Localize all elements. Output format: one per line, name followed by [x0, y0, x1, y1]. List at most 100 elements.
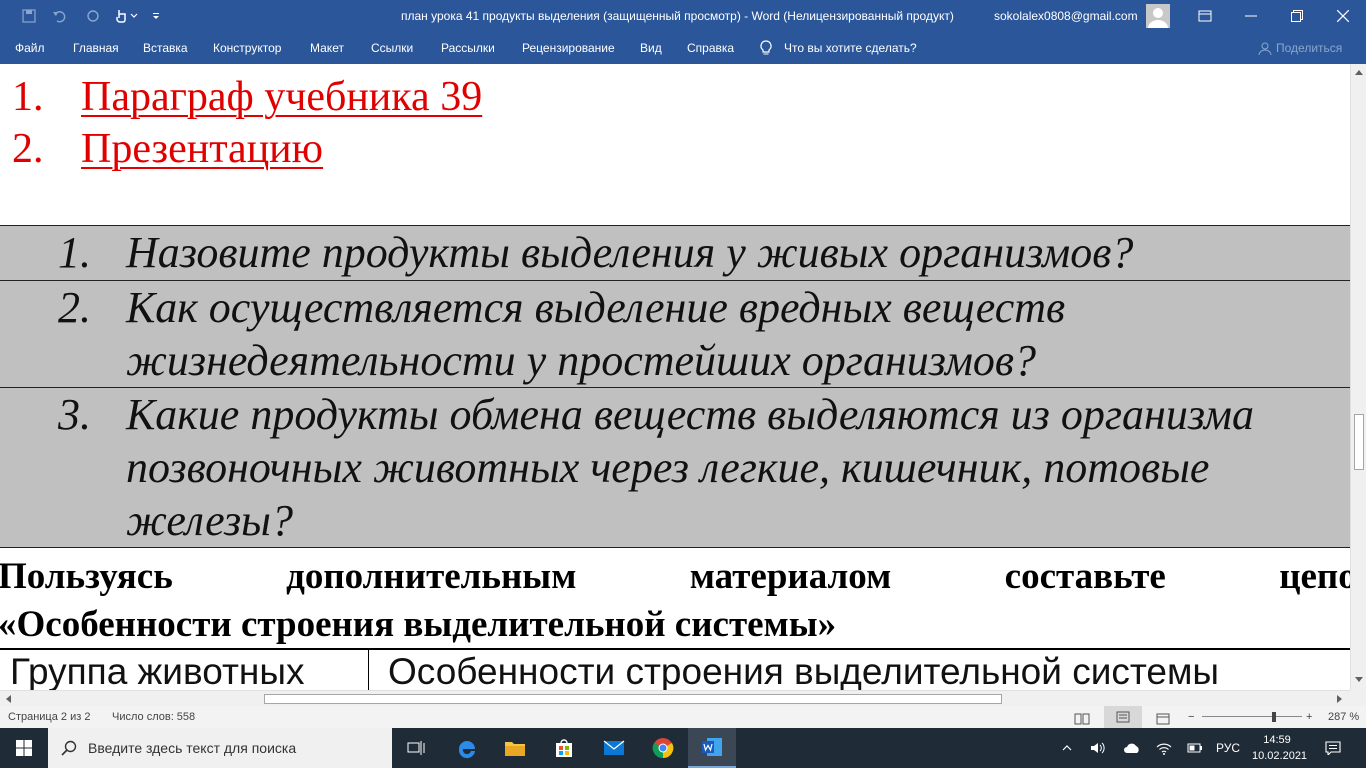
question-text: железы?	[126, 496, 293, 545]
edge-browser-icon[interactable]	[443, 728, 491, 768]
clock-date: 10.02.2021	[1252, 750, 1308, 762]
share-label: Поделиться	[1276, 41, 1343, 55]
tab-file[interactable]: Файл	[15, 32, 45, 64]
table-header-cell: Группа животных	[10, 651, 305, 690]
close-icon[interactable]	[1320, 0, 1366, 32]
customize-toolbar-icon[interactable]	[146, 0, 166, 32]
window-title: план урока 41 продукты выделения (защище…	[401, 9, 954, 23]
tab-insert[interactable]: Вставка	[143, 32, 188, 64]
list-number: 1.	[12, 74, 44, 120]
vertical-scroll-thumb[interactable]	[1354, 414, 1364, 470]
lightbulb-icon	[760, 40, 772, 55]
chevron-down-icon[interactable]	[128, 0, 140, 32]
instruction-word: дополнительным	[286, 556, 577, 597]
tab-review[interactable]: Рецензирование	[522, 32, 615, 64]
question-number: 1.	[58, 228, 91, 277]
instruction-word: составьте	[1004, 556, 1166, 597]
save-icon[interactable]	[18, 0, 40, 32]
taskbar-search-input[interactable]: Введите здесь текст для поиска	[48, 728, 392, 768]
question-block-3: 3. Какие продукты обмена веществ выделяю…	[0, 387, 1350, 548]
instruction-word: материалом	[689, 556, 892, 597]
scroll-right-icon[interactable]	[1334, 693, 1346, 705]
scroll-down-icon[interactable]	[1353, 674, 1365, 686]
tab-help[interactable]: Справка	[687, 32, 734, 64]
avatar[interactable]	[1146, 4, 1170, 28]
redo-icon[interactable]	[82, 0, 104, 32]
table-divider	[368, 650, 369, 690]
tab-mailings[interactable]: Рассылки	[441, 32, 495, 64]
table-header-row: Группа животных Особенности строения выд…	[0, 648, 1350, 690]
minimize-icon[interactable]	[1228, 0, 1274, 32]
word-count[interactable]: Число слов: 558	[112, 706, 195, 728]
user-email[interactable]: sokolalex0808@gmail.com	[994, 0, 1138, 32]
ribbon-display-options-icon[interactable]	[1182, 0, 1228, 32]
horizontal-scroll-thumb[interactable]	[264, 694, 1002, 704]
ribbon-tabs: Файл Главная Вставка Конструктор Макет С…	[0, 32, 1366, 64]
link-presentation[interactable]: Презентацию	[81, 126, 323, 172]
document-canvas[interactable]: 1. Параграф учебника 39 2. Презентацию 1. …	[0, 64, 1350, 690]
tell-me-search[interactable]: Что вы хотите сделать?	[760, 32, 917, 64]
list-item: 1. Параграф учебника 39	[12, 76, 482, 118]
onedrive-icon[interactable]	[1120, 728, 1144, 768]
instruction-word: цепочк	[1279, 556, 1350, 597]
scrollbar-corner	[1350, 690, 1366, 706]
instruction-word: Пользуясь	[0, 556, 173, 597]
person-icon	[1258, 42, 1272, 55]
tab-home[interactable]: Главная	[73, 32, 119, 64]
question-block-1: 1. Назовите продукты выделения у живых о…	[0, 225, 1350, 280]
search-icon	[61, 740, 77, 759]
language-indicator[interactable]: РУС	[1212, 728, 1244, 768]
zoom-slider-thumb[interactable]	[1272, 712, 1276, 722]
vertical-scrollbar[interactable]	[1350, 64, 1366, 690]
tab-references[interactable]: Ссылки	[371, 32, 413, 64]
taskbar: Введите здесь текст для поиска РУС 14:59…	[0, 728, 1366, 768]
print-layout-icon[interactable]	[1104, 706, 1142, 728]
question-text: позвоночных животных через легкие, кишеч…	[126, 443, 1210, 492]
question-number: 2.	[58, 283, 91, 332]
restore-icon[interactable]	[1274, 0, 1320, 32]
zoom-out-icon[interactable]: −	[1188, 706, 1194, 728]
undo-icon[interactable]	[48, 0, 70, 32]
file-explorer-icon[interactable]	[491, 728, 539, 768]
chrome-icon[interactable]	[639, 728, 687, 768]
web-layout-icon[interactable]	[1156, 711, 1170, 725]
clock[interactable]: 14:59 10.02.2021	[1252, 732, 1308, 764]
notifications-icon[interactable]	[1318, 728, 1348, 768]
share-button[interactable]: Поделиться	[1258, 32, 1342, 64]
search-placeholder: Введите здесь текст для поиска	[88, 740, 297, 756]
task-view-icon[interactable]	[392, 728, 440, 768]
mail-icon[interactable]	[590, 728, 638, 768]
title-bar: план урока 41 продукты выделения (защище…	[0, 0, 1366, 32]
question-number: 3.	[58, 390, 91, 439]
volume-icon[interactable]	[1086, 728, 1110, 768]
zoom-slider[interactable]	[1202, 716, 1302, 717]
status-bar: Страница 2 из 2 Число слов: 558 − + 287 …	[0, 706, 1366, 728]
network-icon[interactable]	[1152, 728, 1176, 768]
question-text: Какие продукты обмена веществ выделяются…	[126, 390, 1254, 439]
question-text: жизнедеятельности у простейших организмо…	[126, 336, 1037, 385]
word-app-icon[interactable]	[688, 728, 736, 768]
table-header-cell: Особенности строения выделительной систе…	[388, 651, 1220, 690]
windows-start-icon[interactable]	[0, 728, 48, 768]
read-mode-icon[interactable]	[1074, 711, 1090, 725]
scroll-left-icon[interactable]	[2, 693, 14, 705]
question-text: Назовите продукты выделения у живых орга…	[126, 228, 1134, 277]
store-icon[interactable]	[540, 728, 588, 768]
zoom-level[interactable]: 287 %	[1328, 706, 1359, 728]
instruction-line-1: Пользуясь дополнительным материалом сост…	[0, 558, 1350, 595]
question-block-2: 2. Как осуществляется выделение вредных …	[0, 280, 1350, 387]
zoom-in-icon[interactable]: +	[1306, 706, 1312, 728]
page-counter[interactable]: Страница 2 из 2	[8, 706, 90, 728]
list-number: 2.	[12, 126, 44, 172]
horizontal-scrollbar[interactable]	[0, 690, 1350, 706]
clock-time: 14:59	[1263, 734, 1291, 746]
show-hidden-icons-icon[interactable]	[1056, 728, 1078, 768]
tab-design[interactable]: Конструктор	[213, 32, 281, 64]
tab-layout[interactable]: Макет	[310, 32, 344, 64]
battery-icon[interactable]	[1184, 728, 1206, 768]
scroll-up-icon[interactable]	[1353, 66, 1365, 78]
tab-view[interactable]: Вид	[640, 32, 662, 64]
instruction-line-2: «Особенности строения выделительной сист…	[0, 604, 837, 645]
question-text: Как осуществляется выделение вредных вещ…	[126, 283, 1066, 332]
link-textbook-paragraph[interactable]: Параграф учебника 39	[81, 74, 482, 120]
